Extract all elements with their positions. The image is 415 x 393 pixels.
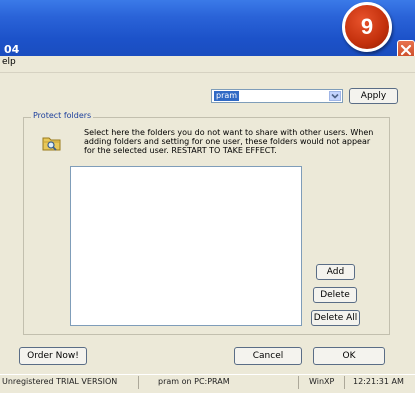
status-user-machine: pram on PC:PRAM	[158, 377, 230, 386]
user-select[interactable]: pram	[211, 89, 343, 103]
chevron-down-icon[interactable]	[329, 91, 341, 101]
user-select-value: pram	[214, 91, 240, 101]
status-divider	[298, 376, 299, 389]
step-number-badge: 9	[342, 2, 392, 52]
close-icon	[400, 44, 412, 56]
window-title: 04	[4, 43, 20, 56]
status-time: 12:21:31 AM	[353, 377, 404, 386]
apply-button[interactable]: Apply	[349, 88, 398, 104]
protected-folders-list[interactable]	[70, 166, 302, 326]
status-divider	[344, 376, 345, 389]
menu-item-help[interactable]: elp	[2, 57, 16, 67]
protect-folders-description: Select here the folders you do not want …	[84, 128, 374, 155]
delete-all-folders-button[interactable]: Delete All	[311, 310, 360, 326]
folder-search-icon	[42, 137, 61, 151]
status-registration: Unregistered TRIAL VERSION	[2, 377, 118, 386]
cancel-button[interactable]: Cancel	[234, 347, 302, 365]
delete-folder-button[interactable]: Delete	[313, 287, 357, 303]
ok-button[interactable]: OK	[313, 347, 385, 365]
menu-bar	[0, 56, 415, 73]
protect-folders-label: Protect folders	[31, 111, 94, 120]
order-now-button[interactable]: Order Now!	[19, 347, 87, 365]
status-os: WinXP	[309, 377, 335, 386]
add-folder-button[interactable]: Add	[316, 264, 355, 280]
status-divider	[138, 376, 139, 389]
